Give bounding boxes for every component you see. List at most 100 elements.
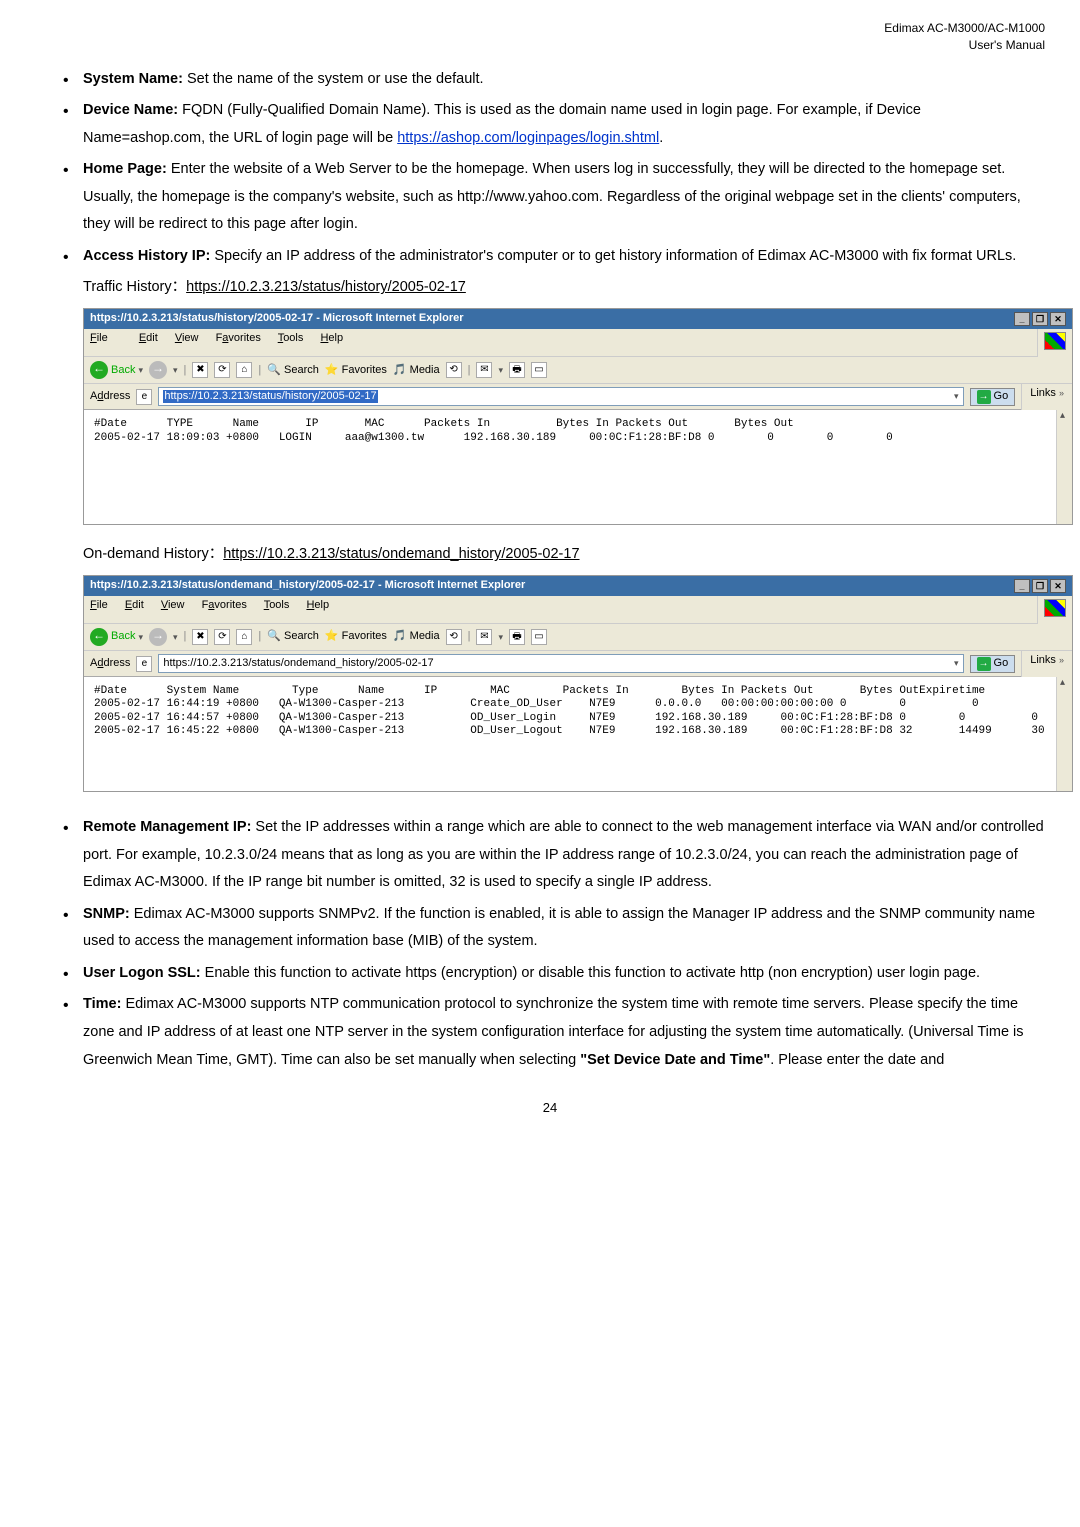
bullet-device-name: Device Name: FQDN (Fully-Qualified Domai… [55, 97, 1045, 152]
history-icon[interactable]: ⟲ [446, 629, 462, 645]
address-label: Address [90, 390, 130, 403]
bullet-access-history: Access History IP: Specify an IP address… [55, 243, 1045, 271]
minimize-button[interactable]: _ [1014, 312, 1030, 326]
menu-edit[interactable]: Edit [125, 599, 144, 611]
stop-icon[interactable]: ✖ [192, 629, 208, 645]
bullet-list-top: System Name: Set the name of the system … [55, 66, 1045, 271]
address-bar: Address e https://10.2.3.213/status/hist… [84, 384, 1021, 410]
search-button[interactable]: 🔍 Search [267, 364, 319, 377]
titlebar: https://10.2.3.213/status/history/2005-0… [84, 309, 1072, 329]
bullet-remote-mgmt: Remote Management IP: Set the IP address… [55, 814, 1045, 897]
text: . [659, 130, 663, 146]
print-icon[interactable]: 🖶 [509, 362, 525, 378]
ie-logo [1037, 329, 1072, 357]
dropdown-icon[interactable]: ▾ [954, 391, 959, 402]
page-content: #Date System Name Type Name IP MAC Packe… [84, 677, 1072, 791]
menubar: File Edit View Favorites Tools Help [84, 329, 1037, 357]
ie-window-ondemand: https://10.2.3.213/status/ondemand_histo… [83, 575, 1073, 792]
menu-favorites[interactable]: Favorites [202, 599, 247, 611]
media-button[interactable]: 🎵 Media [393, 364, 440, 377]
dropdown-icon[interactable]: ▾ [954, 658, 959, 669]
ie-logo [1037, 596, 1072, 624]
content-header: #Date TYPE Name IP MAC Packets In Bytes … [94, 418, 794, 430]
content-row: 2005-02-17 18:09:03 +0800 LOGIN aaa@w130… [94, 432, 893, 444]
back-button[interactable]: Back ▾ [90, 361, 143, 379]
home-icon[interactable]: ⌂ [236, 362, 252, 378]
bullet-home-page: Home Page: Enter the website of a Web Se… [55, 156, 1045, 239]
forward-button[interactable] [149, 628, 167, 646]
menu-view[interactable]: View [161, 599, 185, 611]
favorites-button[interactable]: ⭐ Favorites [325, 630, 387, 643]
media-button[interactable]: 🎵 Media [393, 630, 440, 643]
content-row: 2005-02-17 16:45:22 +0800 QA-W1300-Caspe… [94, 725, 1045, 737]
product-name: Edimax AC-M3000/AC-M1000 [55, 20, 1045, 37]
example-url-link[interactable]: https://ashop.com/loginpages/login.shtml [397, 130, 659, 146]
address-input[interactable]: https://10.2.3.213/status/history/2005-0… [158, 387, 963, 406]
menu-view[interactable]: View [175, 332, 199, 344]
menu-help[interactable]: Help [320, 332, 343, 344]
manual-name: User's Manual [55, 37, 1045, 54]
text: Edimax AC-M3000 supports SNMPv2. If the … [83, 906, 1035, 950]
menu-tools[interactable]: Tools [278, 332, 304, 344]
text: Set the name of the system or use the de… [183, 71, 484, 87]
label: Home Page: [83, 161, 167, 177]
stop-icon[interactable]: ✖ [192, 362, 208, 378]
label: System Name: [83, 71, 183, 87]
refresh-icon[interactable]: ⟳ [214, 362, 230, 378]
label: SNMP: [83, 906, 130, 922]
traffic-history-line: Traffic History：https://10.2.3.213/statu… [55, 274, 1045, 302]
edit-icon[interactable]: ▭ [531, 362, 547, 378]
go-arrow-icon: → [977, 657, 991, 671]
mail-icon[interactable]: ✉ [476, 629, 492, 645]
bold-phrase: "Set Device Date and Time" [580, 1052, 770, 1068]
page-icon: e [136, 656, 152, 672]
window-title: https://10.2.3.213/status/ondemand_histo… [90, 579, 525, 592]
close-button[interactable]: ✕ [1050, 579, 1066, 593]
menu-edit[interactable]: Edit [139, 332, 158, 344]
address-bar: Address e https://10.2.3.213/status/onde… [84, 651, 1021, 677]
home-icon[interactable]: ⌂ [236, 629, 252, 645]
window-buttons: _ ❐ ✕ [1014, 579, 1066, 593]
menu-tools[interactable]: Tools [264, 599, 290, 611]
go-button[interactable]: →Go [970, 388, 1016, 406]
menubar: File Edit View Favorites Tools Help [84, 596, 1037, 624]
history-icon[interactable]: ⟲ [446, 362, 462, 378]
refresh-icon[interactable]: ⟳ [214, 629, 230, 645]
content-row: 2005-02-17 16:44:57 +0800 QA-W1300-Caspe… [94, 712, 1072, 724]
mail-icon[interactable]: ✉ [476, 362, 492, 378]
label: Access History IP: [83, 248, 210, 264]
vertical-scrollbar[interactable] [1056, 677, 1072, 791]
ondemand-history-line: On-demand History：https://10.2.3.213/sta… [55, 541, 1045, 569]
edit-icon[interactable]: ▭ [531, 629, 547, 645]
bullet-user-logon-ssl: User Logon SSL: Enable this function to … [55, 960, 1045, 988]
print-icon[interactable]: 🖶 [509, 629, 525, 645]
back-button[interactable]: Back ▾ [90, 628, 143, 646]
minimize-button[interactable]: _ [1014, 579, 1030, 593]
maximize-button[interactable]: ❐ [1032, 579, 1048, 593]
close-button[interactable]: ✕ [1050, 312, 1066, 326]
links-button[interactable]: Links » [1021, 651, 1072, 677]
traffic-history-label: Traffic History： [83, 279, 186, 295]
ie-window-traffic: https://10.2.3.213/status/history/2005-0… [83, 308, 1073, 525]
menu-favorites[interactable]: Favorites [216, 332, 261, 344]
window-title: https://10.2.3.213/status/history/2005-0… [90, 312, 464, 325]
search-button[interactable]: 🔍 Search [267, 630, 319, 643]
maximize-button[interactable]: ❐ [1032, 312, 1048, 326]
traffic-history-url: https://10.2.3.213/status/history/2005-0… [186, 279, 466, 295]
go-button[interactable]: →Go [970, 655, 1016, 673]
menu-help[interactable]: Help [306, 599, 329, 611]
doc-header: Edimax AC-M3000/AC-M1000 User's Manual [55, 20, 1045, 54]
bullet-time: Time: Edimax AC-M3000 supports NTP commu… [55, 991, 1045, 1074]
back-arrow-icon [90, 361, 108, 379]
menu-file[interactable]: File [90, 599, 108, 611]
links-button[interactable]: Links » [1021, 384, 1072, 410]
vertical-scrollbar[interactable] [1056, 410, 1072, 524]
content-row: 2005-02-17 16:44:19 +0800 QA-W1300-Caspe… [94, 698, 1072, 710]
address-input[interactable]: https://10.2.3.213/status/ondemand_histo… [158, 654, 963, 673]
favorites-button[interactable]: ⭐ Favorites [325, 364, 387, 377]
forward-button[interactable] [149, 361, 167, 379]
bullet-system-name: System Name: Set the name of the system … [55, 66, 1045, 94]
address-value: https://10.2.3.213/status/history/2005-0… [163, 390, 377, 403]
text: Specify an IP address of the administrat… [210, 248, 1016, 264]
menu-file[interactable]: File [90, 332, 122, 344]
